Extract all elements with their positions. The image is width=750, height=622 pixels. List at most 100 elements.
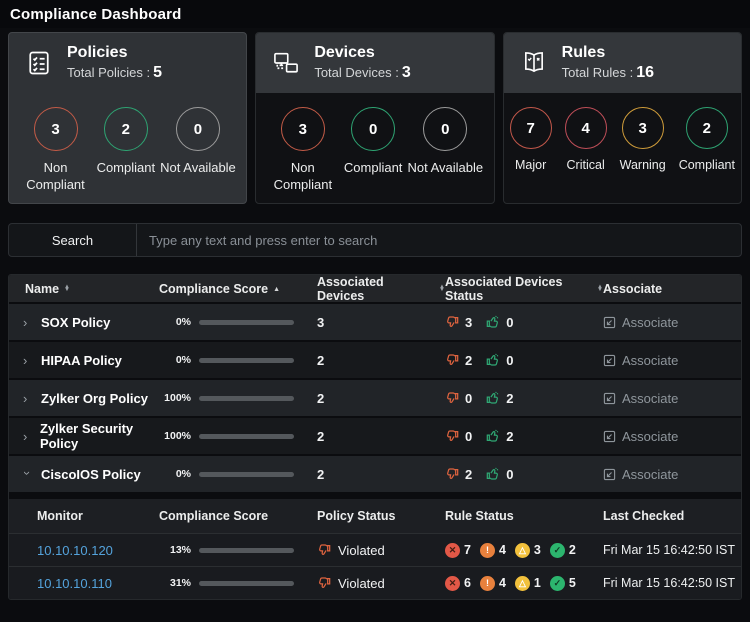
associate-button[interactable]: Associate — [603, 315, 741, 330]
associate-icon — [603, 430, 616, 443]
devices-status-cell: 0 2 — [445, 391, 603, 406]
column-label: Compliance Score — [159, 282, 268, 296]
devices-stat-compliant[interactable]: 0 Compliant — [344, 107, 403, 177]
compliance-score-cell: 0% — [159, 468, 317, 480]
chevron-right-icon[interactable]: › — [23, 391, 32, 406]
column-header-compliance-score: Compliance Score — [159, 509, 317, 523]
associate-button[interactable]: Associate — [603, 429, 741, 444]
rules-card[interactable]: Rules Total Rules :16 7 Major 4 Critical… — [503, 32, 742, 204]
stat-circle: 2 — [686, 107, 728, 149]
stat-value: 7 — [526, 120, 534, 137]
search-input[interactable] — [137, 233, 741, 248]
chevron-right-icon[interactable]: › — [23, 353, 32, 368]
policy-name-cell[interactable]: ›SOX Policy — [9, 315, 159, 330]
sort-icon[interactable]: ▲▼ — [64, 286, 70, 293]
policy-status-label: Violated — [338, 576, 385, 591]
devices-stat-noncompliant[interactable]: 3 Non Compliant — [267, 107, 339, 194]
associate-button[interactable]: Associate — [603, 391, 741, 406]
policy-name: CiscoIOS Policy — [41, 467, 141, 482]
rules-total-value: 16 — [636, 64, 654, 81]
critical-badge-icon: ! — [480, 543, 495, 558]
column-header-monitor: Monitor — [9, 509, 159, 523]
rules-stat-critical[interactable]: 4 Critical — [565, 107, 607, 173]
rules-total-label: Total Rules : — [562, 65, 634, 80]
policies-card-titles: Policies Total Policies :5 — [67, 44, 162, 82]
warning-count: 1 — [534, 576, 541, 590]
score-bar — [199, 581, 294, 586]
stat-value: 2 — [122, 121, 130, 138]
noncompliant-device-count: 0 — [465, 429, 472, 444]
policies-stat-notavailable[interactable]: 0 Not Available — [160, 107, 236, 177]
policies-stat-noncompliant[interactable]: 3 Non Compliant — [20, 107, 92, 194]
policies-card[interactable]: Policies Total Policies :5 3 Non Complia… — [8, 32, 247, 204]
rules-stat-compliant[interactable]: 2 Compliant — [679, 107, 735, 173]
stat-circle: 3 — [622, 107, 664, 149]
policy-name-cell[interactable]: ›Zylker Security Policy — [9, 421, 159, 451]
error-badge-icon: ✕ — [445, 576, 460, 591]
rule-status-cell: ✕7 !4 △3 ✓2 — [445, 543, 603, 558]
chevron-down-icon[interactable]: › — [20, 471, 35, 480]
policy-row-hipaa[interactable]: ›HIPAA Policy 0% 2 2 0 Associate — [9, 340, 741, 378]
policy-row-zylker-org[interactable]: ›Zylker Org Policy 100% 2 0 2 Associate — [9, 378, 741, 416]
column-header-associated-devices[interactable]: Associated Devices ▲▼ — [317, 275, 445, 303]
devices-stat-notavailable[interactable]: 0 Not Available — [407, 107, 483, 177]
rules-book-icon — [518, 47, 550, 79]
stat-label: Non Compliant — [20, 160, 92, 194]
warning-badge-icon: △ — [515, 576, 530, 591]
compliance-score-cell: 100% — [159, 392, 317, 404]
rules-card-title: Rules — [562, 44, 654, 62]
error-count: 6 — [464, 576, 471, 590]
noncompliant-device-count: 2 — [465, 467, 472, 482]
associate-label: Associate — [622, 353, 678, 368]
chevron-right-icon[interactable]: › — [23, 315, 32, 330]
ok-badge-icon: ✓ — [550, 543, 565, 558]
stat-circle: 3 — [34, 107, 78, 151]
thumb-up-icon — [486, 429, 500, 443]
stat-circle: 0 — [423, 107, 467, 151]
rules-stats: 7 Major 4 Critical 3 Warning 2 Compliant — [504, 93, 741, 173]
policy-name-cell[interactable]: ›HIPAA Policy — [9, 353, 159, 368]
score-bar — [199, 472, 294, 477]
policies-stat-compliant[interactable]: 2 Compliant — [97, 107, 156, 177]
policy-row-ciscoios[interactable]: › CiscoIOS Policy 0% 2 2 0 Associate — [9, 454, 741, 492]
monitor-ip-link[interactable]: 10.10.10.120 — [37, 543, 113, 558]
column-header-policy-status: Policy Status — [317, 509, 445, 523]
compliance-score-cell: 13% — [159, 544, 317, 556]
stat-label: Critical — [567, 157, 605, 173]
monitor-ip-link[interactable]: 10.10.10.110 — [37, 576, 112, 591]
devices-total-value: 3 — [402, 64, 411, 81]
sort-asc-icon[interactable]: ▲ — [273, 286, 280, 293]
score-bar — [199, 548, 294, 553]
policy-row-zylker-security[interactable]: ›Zylker Security Policy 100% 2 0 2 Assoc… — [9, 416, 741, 454]
rules-stat-major[interactable]: 7 Major — [510, 107, 552, 173]
summary-cards: Policies Total Policies :5 3 Non Complia… — [8, 32, 742, 204]
devices-card[interactable]: Devices Total Devices :3 3 Non Compliant… — [255, 32, 494, 204]
score-percent: 0% — [159, 468, 191, 480]
column-header-name[interactable]: Name ▲▼ — [9, 282, 159, 296]
chevron-right-icon[interactable]: › — [23, 429, 31, 444]
compliance-score-cell: 0% — [159, 316, 317, 328]
stat-circle: 0 — [176, 107, 220, 151]
devices-status-cell: 3 0 — [445, 315, 603, 330]
compliant-device-count: 0 — [506, 467, 513, 482]
warning-badge-icon: △ — [515, 543, 530, 558]
rules-stat-warning[interactable]: 3 Warning — [620, 107, 666, 173]
policy-row-sox[interactable]: ›SOX Policy 0% 3 3 0 Associate — [9, 302, 741, 340]
critical-count: 4 — [499, 543, 506, 557]
policy-name-cell[interactable]: › CiscoIOS Policy — [9, 467, 159, 482]
noncompliant-device-count: 0 — [465, 391, 472, 406]
associated-devices-count: 2 — [317, 467, 445, 482]
stat-label: Compliant — [679, 157, 735, 173]
stat-label: Not Available — [407, 160, 483, 177]
policies-card-header: Policies Total Policies :5 — [9, 33, 246, 93]
policy-name-cell[interactable]: ›Zylker Org Policy — [9, 391, 159, 406]
ok-badge-icon: ✓ — [550, 576, 565, 591]
devices-stats: 3 Non Compliant 0 Compliant 0 Not Availa… — [256, 93, 493, 194]
associate-button[interactable]: Associate — [603, 353, 741, 368]
column-header-compliance-score[interactable]: Compliance Score ▲ — [159, 282, 317, 296]
policy-status-label: Violated — [338, 543, 385, 558]
associate-button[interactable]: Associate — [603, 467, 741, 482]
associated-devices-count: 2 — [317, 429, 445, 444]
column-header-associated-devices-status[interactable]: Associated Devices Status ▲▼ — [445, 275, 603, 303]
stat-label: Compliant — [344, 160, 403, 177]
